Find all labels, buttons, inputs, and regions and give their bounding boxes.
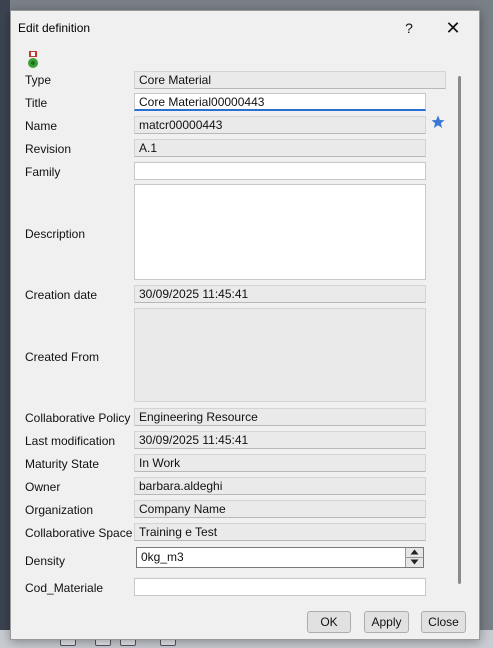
organization-label: Organization bbox=[25, 503, 94, 517]
ok-button[interactable]: OK bbox=[307, 611, 351, 633]
name-field: matcr00000443 bbox=[134, 116, 426, 134]
density-spinbox[interactable]: 0kg_m3 bbox=[136, 547, 424, 568]
density-spin-buttons bbox=[405, 548, 423, 567]
collaborative-policy-field: Engineering Resource bbox=[134, 408, 426, 426]
type-field: Core Material bbox=[134, 71, 446, 89]
type-label: Type bbox=[25, 73, 52, 87]
last-modification-field: 30/09/2025 11:45:41 bbox=[134, 431, 426, 449]
spin-up-button[interactable] bbox=[406, 548, 423, 558]
title-label: Title bbox=[25, 96, 48, 110]
created-from-label: Created From bbox=[25, 350, 100, 364]
arrow-up-icon bbox=[410, 549, 419, 555]
owner-label: Owner bbox=[25, 480, 61, 494]
close-icon[interactable]: ✕ bbox=[440, 15, 466, 41]
owner-field: barbara.aldeghi bbox=[134, 477, 426, 495]
collaborative-space-label: Collaborative Space bbox=[25, 526, 133, 540]
density-value[interactable]: 0kg_m3 bbox=[141, 550, 184, 564]
title-bar[interactable]: Edit definition ? ✕ bbox=[11, 11, 479, 45]
creation-date-label: Creation date bbox=[25, 288, 98, 302]
creation-date-field: 30/09/2025 11:45:41 bbox=[134, 285, 426, 303]
density-label: Density bbox=[25, 554, 66, 568]
dialog-title: Edit definition bbox=[18, 21, 91, 35]
description-textarea[interactable] bbox=[134, 184, 426, 280]
background-desktop bbox=[0, 0, 10, 648]
revision-label: Revision bbox=[25, 142, 72, 156]
collaborative-policy-label: Collaborative Policy bbox=[25, 411, 131, 425]
revision-field: A.1 bbox=[134, 139, 426, 157]
description-label: Description bbox=[25, 227, 86, 241]
title-input[interactable]: Core Material00000443 bbox=[134, 93, 426, 111]
maturity-state-field: In Work bbox=[134, 454, 426, 472]
close-button[interactable]: Close bbox=[421, 611, 466, 633]
organization-field: Company Name bbox=[134, 500, 426, 518]
star-icon[interactable] bbox=[431, 115, 445, 129]
spin-down-button[interactable] bbox=[406, 558, 423, 567]
arrow-down-icon bbox=[410, 559, 419, 565]
cod-materiale-input[interactable] bbox=[134, 578, 426, 596]
help-button[interactable]: ? bbox=[396, 15, 422, 41]
name-label: Name bbox=[25, 119, 58, 133]
family-label: Family bbox=[25, 165, 61, 179]
created-from-field bbox=[134, 308, 426, 402]
edit-definition-dialog: Edit definition ? ✕ Type Core Material T… bbox=[10, 10, 480, 640]
core-material-icon bbox=[26, 51, 40, 69]
family-input[interactable] bbox=[134, 162, 426, 180]
collaborative-space-field: Training e Test bbox=[134, 523, 426, 541]
cod-materiale-label: Cod_Materiale bbox=[25, 581, 104, 595]
maturity-state-label: Maturity State bbox=[25, 457, 100, 471]
last-modification-label: Last modification bbox=[25, 434, 116, 448]
apply-button[interactable]: Apply bbox=[364, 611, 409, 633]
scrollbar[interactable] bbox=[458, 76, 461, 584]
